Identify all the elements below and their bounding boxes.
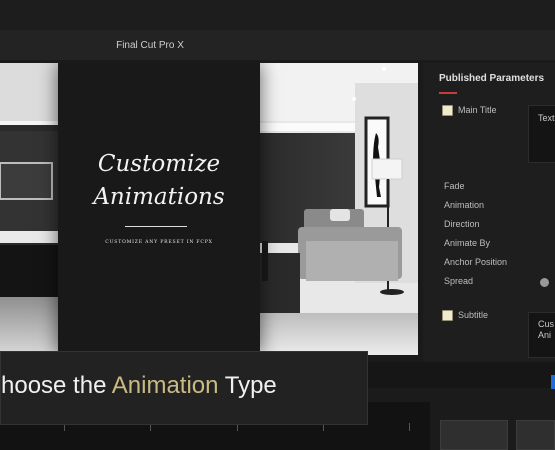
subtitle-checkbox[interactable] [442,310,453,321]
ruler-tick [409,423,410,431]
subtitle-field-text-1: Cus [538,319,555,329]
caption-suffix: Type [218,372,277,399]
param-spread: Spread [444,276,474,286]
title-line-1: Customize [97,151,221,177]
title-card: Customize Animations CUSTOMIZE ANY PRESE… [58,63,260,355]
caption-prefix: hoose the [1,372,112,399]
caption-highlight: Animation [111,372,219,399]
clip-thumbnail[interactable] [440,420,508,450]
window-title: Final Cut Pro X [116,39,184,51]
param-fade: Fade [444,181,465,191]
param-animate-by: Animate By [444,238,491,248]
clip-thumbnail[interactable] [516,420,555,450]
timeline-band [368,362,555,388]
main-title-checkbox[interactable] [442,105,453,116]
spread-slider-knob[interactable] [540,278,549,287]
inspector-accent [439,92,457,94]
param-direction: Direction [444,219,480,229]
top-strip [0,0,555,30]
selection-indicator [551,375,555,389]
main-title-field[interactable]: Text [528,105,555,163]
caption-banner: hoose the Animation Type [0,351,368,425]
subtitle-label: Subtitle [458,310,489,320]
param-animation: Animation [444,200,485,210]
viewer[interactable]: Customize Animations CUSTOMIZE ANY PRESE… [0,63,418,355]
main-title-field-text: Text [538,113,555,123]
title-line-2: Animations [93,184,225,210]
tagline: CUSTOMIZE ANY PRESET IN FCPX [105,240,213,245]
param-anchor-position: Anchor Position [444,257,508,267]
main-title-label: Main Title [458,105,497,115]
inspector-header: Published Parameters [439,73,545,84]
title-divider [125,226,187,227]
title-bar: Final Cut Pro X [0,30,555,60]
subtitle-field[interactable]: Cus Ani [528,312,555,358]
subtitle-field-text-2: Ani [538,330,552,340]
caption-text: hoose the Animation Type [1,372,361,400]
